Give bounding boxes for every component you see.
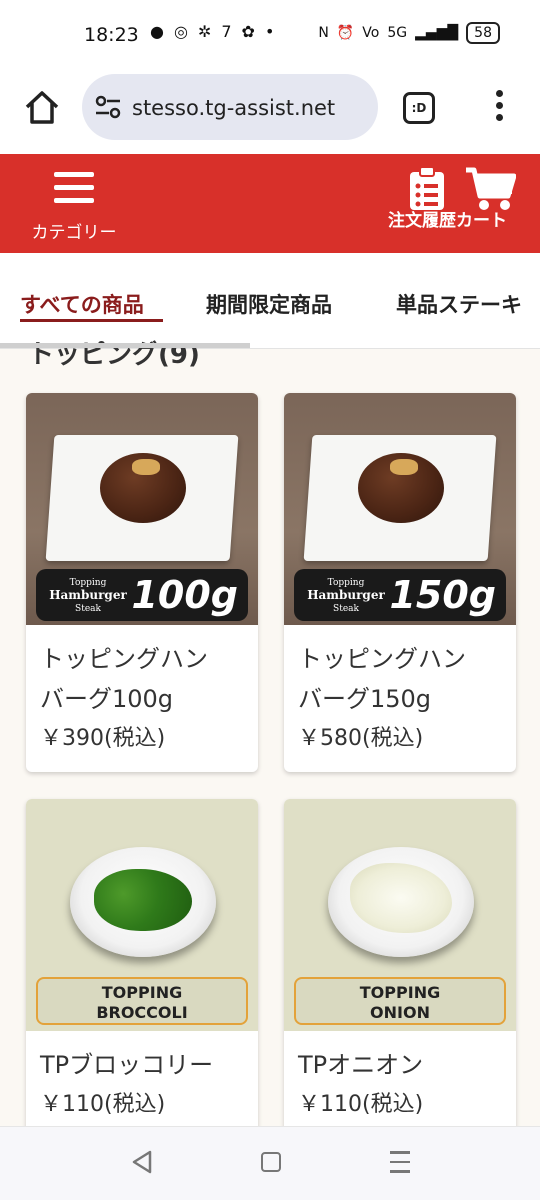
- product-card-hamburger-100[interactable]: Topping Hamburger Steak 100g トッピングハン バーグ…: [26, 393, 258, 772]
- nfc-icon: N: [318, 25, 329, 41]
- badge-weight: 150g: [389, 573, 496, 617]
- product-name: TPブロッコリー: [40, 1051, 214, 1079]
- section-heading: トッピング(9): [28, 340, 200, 370]
- alarm-icon: ⏰: [336, 25, 355, 41]
- product-card-broccoli[interactable]: TOPPING BROCCOLI TPブロッコリー ￥110(税込): [26, 799, 258, 1139]
- product-name-line1: トッピングハン: [298, 645, 466, 673]
- product-image: TOPPING BROCCOLI: [26, 799, 258, 1031]
- back-icon[interactable]: [130, 1149, 154, 1175]
- product-name-line1: トッピングハン: [40, 645, 208, 673]
- volte-icon: Vo: [362, 25, 380, 41]
- dot-icon: •: [264, 22, 275, 41]
- butter-graphic: [390, 459, 418, 475]
- recent-apps-icon[interactable]: [390, 1151, 410, 1173]
- chat-icon: ●: [150, 22, 164, 41]
- badge-small-text: Topping Hamburger Steak: [49, 578, 127, 614]
- badge-small-text: Topping Hamburger Steak: [307, 578, 385, 614]
- product-card-onion[interactable]: TOPPING ONION TPオニオン ￥110(税込): [284, 799, 516, 1139]
- bee-icon: ✲: [197, 22, 212, 41]
- product-badge: Topping Hamburger Steak 100g: [36, 569, 248, 621]
- tabs-scroll-indicator: [0, 343, 250, 348]
- product-image: Topping Hamburger Steak 150g: [284, 393, 516, 625]
- product-name: TPオニオン: [298, 1051, 424, 1079]
- badge-weight: 100g: [131, 573, 238, 617]
- product-card-hamburger-150[interactable]: Topping Hamburger Steak 150g トッピングハン バーグ…: [284, 393, 516, 772]
- product-price: ￥110(税込): [40, 1092, 166, 1117]
- tab-switcher-button[interactable]: :D: [403, 92, 435, 124]
- tab-limited-products[interactable]: 期間限定商品: [206, 289, 332, 319]
- url-text: stesso.tg-assist.net: [132, 96, 336, 120]
- site-settings-icon[interactable]: [94, 94, 122, 120]
- history-cart-label: 注文履歴カート: [388, 211, 507, 231]
- cart-button[interactable]: [462, 166, 524, 244]
- more-menu-icon[interactable]: [488, 90, 510, 126]
- butter-graphic: [132, 459, 160, 475]
- product-price: ￥110(税込): [298, 1092, 424, 1117]
- home-nav-icon[interactable]: [261, 1152, 281, 1172]
- seven-icon: 7: [221, 22, 232, 41]
- category-button[interactable]: カテゴリー: [22, 170, 126, 243]
- system-icons: N ⏰ Vo 5G ▂▄▆█ 58: [318, 22, 500, 44]
- signal-bars-icon: ▂▄▆█: [415, 25, 459, 41]
- notification-icons: ● ◎ ✲ 7 ✿ •: [150, 22, 274, 41]
- address-bar[interactable]: stesso.tg-assist.net: [82, 74, 378, 140]
- tab-single-steak[interactable]: 単品ステーキ: [396, 289, 522, 319]
- battery-icon: 58: [466, 22, 500, 44]
- product-badge: TOPPING ONION: [294, 977, 506, 1025]
- signal-icon: 5G: [387, 25, 408, 41]
- hamburger-icon: [54, 172, 94, 206]
- flower-icon: ✿: [241, 22, 255, 41]
- broccoli-graphic: [94, 869, 192, 931]
- category-label: カテゴリー: [31, 223, 117, 243]
- active-tab-underline: [20, 319, 163, 322]
- product-badge: TOPPING BROCCOLI: [36, 977, 248, 1025]
- order-history-button[interactable]: [387, 166, 465, 244]
- home-icon[interactable]: [22, 88, 62, 128]
- status-bar: 18:23 ● ◎ ✲ 7 ✿ • N ⏰ Vo 5G ▂▄▆█ 58: [0, 0, 540, 70]
- browser-toolbar: stesso.tg-assist.net :D: [0, 70, 540, 154]
- product-image: TOPPING ONION: [284, 799, 516, 1031]
- tab-all-products[interactable]: すべての商品: [20, 289, 144, 319]
- product-price: ￥580(税込): [298, 726, 424, 751]
- product-name-line2: バーグ100g: [40, 685, 174, 713]
- product-badge: Topping Hamburger Steak 150g: [294, 569, 506, 621]
- product-image: Topping Hamburger Steak 100g: [26, 393, 258, 625]
- product-name-line2: バーグ150g: [298, 685, 432, 713]
- system-nav-bar: [0, 1126, 540, 1200]
- shazam-icon: ◎: [173, 22, 188, 41]
- status-time: 18:23: [84, 24, 139, 46]
- site-header: カテゴリー 注文履歴カート: [0, 154, 540, 253]
- product-price: ￥390(税込): [40, 726, 166, 751]
